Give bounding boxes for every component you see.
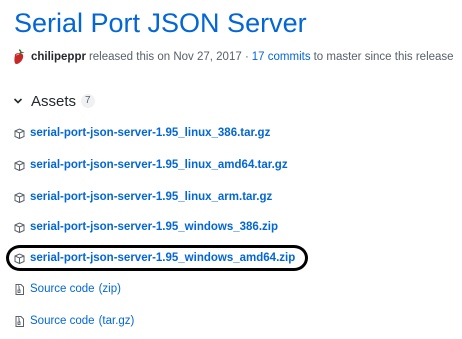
asset-name[interactable]: serial-port-json-server-1.95_linux_amd64… bbox=[30, 159, 288, 171]
package-icon bbox=[14, 252, 25, 264]
package-icon bbox=[14, 221, 25, 233]
chili-pepper-avatar-icon[interactable] bbox=[12, 49, 26, 65]
release-title[interactable]: Serial Port JSON Server bbox=[14, 4, 307, 42]
assets-count-badge: 7 bbox=[81, 94, 95, 108]
chevron-down-icon bbox=[13, 98, 23, 104]
package-icon bbox=[14, 191, 25, 203]
release-date-text: released this on Nov 27, 2017 · bbox=[88, 51, 249, 63]
asset-link-linux-arm[interactable]: serial-port-json-server-1.95_linux_arm.t… bbox=[14, 188, 272, 206]
source-code-format[interactable]: (zip) bbox=[99, 283, 121, 295]
commits-suffix-text: to master since this release bbox=[313, 51, 454, 63]
asset-link-linux-amd64[interactable]: serial-port-json-server-1.95_linux_amd64… bbox=[14, 156, 288, 174]
source-code-zip-link[interactable]: Source code (zip) bbox=[14, 280, 121, 298]
asset-name[interactable]: serial-port-json-server-1.95_windows_amd… bbox=[30, 252, 295, 264]
commits-link[interactable]: 17 commits bbox=[252, 51, 311, 63]
source-code-targz-link[interactable]: Source code (tar.gz) bbox=[14, 312, 134, 330]
assets-label: Assets bbox=[31, 92, 77, 110]
source-code-label[interactable]: Source code bbox=[30, 283, 95, 295]
asset-link-windows-amd64[interactable]: serial-port-json-server-1.95_windows_amd… bbox=[14, 249, 295, 267]
file-zip-icon bbox=[15, 315, 24, 327]
author-link[interactable]: chilipeppr bbox=[31, 51, 86, 63]
file-zip-icon bbox=[15, 283, 24, 295]
package-icon bbox=[14, 127, 25, 139]
assets-toggle[interactable]: Assets 7 bbox=[12, 90, 95, 112]
source-code-format[interactable]: (tar.gz) bbox=[99, 315, 135, 327]
asset-name[interactable]: serial-port-json-server-1.95_linux_arm.t… bbox=[30, 191, 272, 203]
package-icon bbox=[14, 159, 25, 171]
release-meta: chilipeppr released this on Nov 27, 2017… bbox=[12, 47, 457, 67]
source-code-label[interactable]: Source code bbox=[30, 315, 95, 327]
asset-name[interactable]: serial-port-json-server-1.95_linux_386.t… bbox=[30, 127, 270, 139]
asset-link-linux-386[interactable]: serial-port-json-server-1.95_linux_386.t… bbox=[14, 124, 270, 142]
asset-link-windows-386[interactable]: serial-port-json-server-1.95_windows_386… bbox=[14, 218, 278, 236]
asset-name[interactable]: serial-port-json-server-1.95_windows_386… bbox=[30, 221, 278, 233]
